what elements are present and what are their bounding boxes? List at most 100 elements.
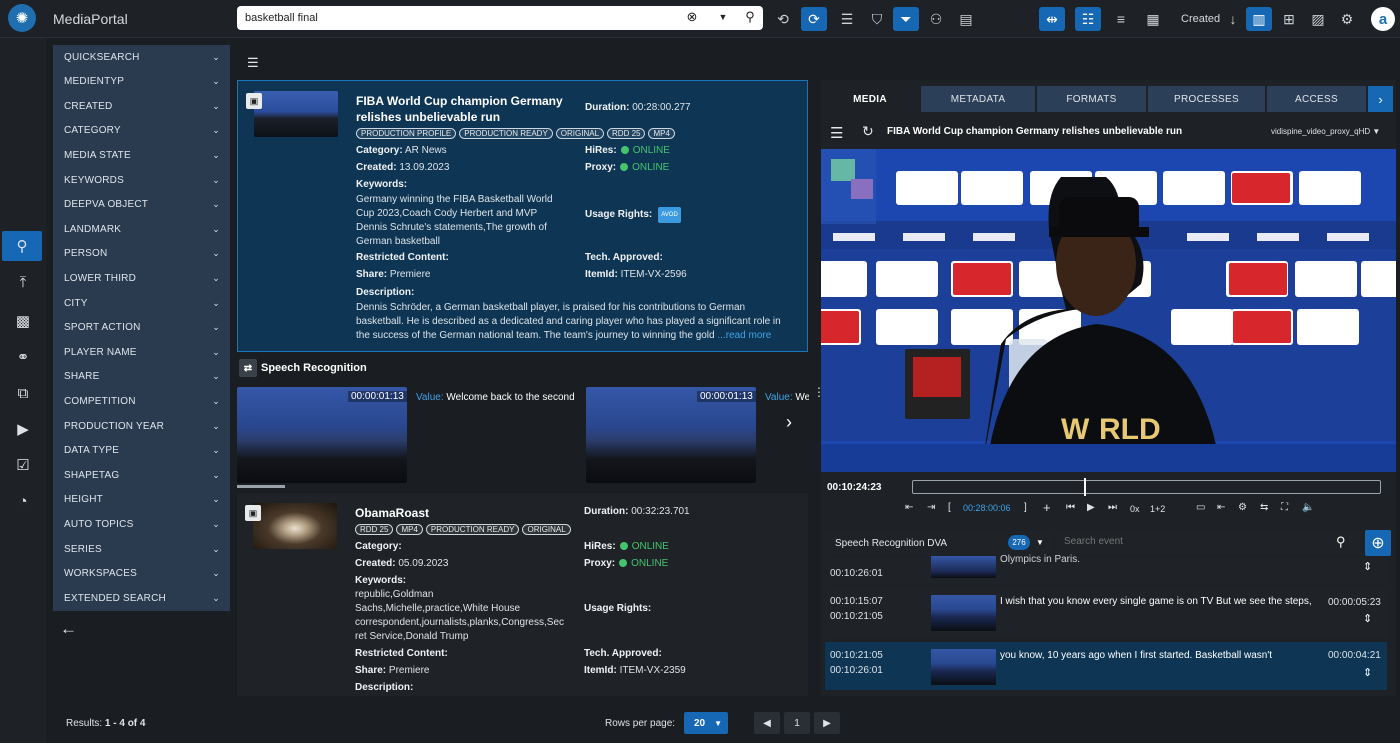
filter-data-type[interactable]: DATA TYPE ⌄ <box>53 439 230 463</box>
reorder-icon[interactable]: ⇕ <box>1363 612 1372 625</box>
avatar[interactable]: a <box>1371 7 1395 31</box>
result-thumbnail[interactable] <box>253 503 337 549</box>
search-list-icon[interactable]: ☰ <box>834 7 860 31</box>
speech-next-icon[interactable]: › <box>786 412 792 433</box>
filter-share[interactable]: SHARE ⌄ <box>53 365 230 389</box>
split-view-button[interactable]: ⇹ <box>1039 7 1065 31</box>
tab-metadata[interactable]: METADATA <box>921 86 1035 112</box>
timeline-scrubber[interactable] <box>912 480 1381 494</box>
filter-workspaces[interactable]: WORKSPACES ⌄ <box>53 562 230 586</box>
user-search-icon[interactable]: ⚇ <box>923 7 949 31</box>
clear-search-icon[interactable]: ⊗ <box>683 9 701 25</box>
play-icon[interactable]: ▶ <box>1087 502 1095 513</box>
filter-competition[interactable]: COMPETITION ⌄ <box>53 389 230 413</box>
next-page-button[interactable]: ▶ <box>814 712 840 734</box>
filter-created[interactable]: CREATED ⌄ <box>53 94 230 118</box>
add-event-button[interactable]: ⊕ <box>1365 530 1391 556</box>
sync-icon[interactable]: ⟲ <box>770 7 796 31</box>
event-row-selected[interactable]: 00:10:21:05 00:10:26:01 you know, 10 yea… <box>825 642 1387 690</box>
refresh-button[interactable]: ⟳ <box>801 7 827 31</box>
search-icon[interactable]: ⚲ <box>1336 534 1346 550</box>
filter-series[interactable]: SERIES ⌄ <box>53 537 230 561</box>
speech-scrollbar[interactable] <box>237 485 285 488</box>
filter-production-year[interactable]: PRODUCTION YEAR ⌄ <box>53 414 230 438</box>
next-frame-icon[interactable]: ⏭ <box>1108 502 1117 513</box>
filter-city[interactable]: CITY ⌄ <box>53 291 230 315</box>
tab-formats[interactable]: FORMATS <box>1037 86 1146 112</box>
image-folder-icon[interactable]: ▨ <box>1305 7 1331 31</box>
settings-icon[interactable]: ⚙ <box>1238 502 1247 513</box>
upload-icon[interactable]: ⤒ <box>0 267 46 297</box>
settings-icon[interactable]: ⚙ <box>1334 7 1360 31</box>
list-view-icon[interactable]: ≡ <box>1108 7 1134 31</box>
skip-back-icon[interactable]: ⇤ <box>1217 502 1225 513</box>
volume-icon[interactable]: 🔈 <box>1302 502 1314 513</box>
reorder-icon[interactable]: ⇕ <box>1363 560 1372 573</box>
search-icon[interactable]: ⚲ <box>741 9 759 25</box>
result-card[interactable]: ▣ FIBA World Cup champion Germany relish… <box>237 80 808 352</box>
filter-extended-search[interactable]: EXTENDED SEARCH ⌄ <box>53 586 230 610</box>
step-back-icon[interactable]: ⇤ <box>905 502 913 513</box>
video-player[interactable]: W RLD <box>811 149 1400 472</box>
previous-frame-icon[interactable]: ⏮ <box>1066 502 1075 513</box>
share-icon[interactable]: ⚭ <box>0 342 46 372</box>
filter-player-name[interactable]: PLAYER NAME ⌄ <box>53 340 230 364</box>
filter-keywords[interactable]: KEYWORDS ⌄ <box>53 168 230 192</box>
loop-icon[interactable]: ⇆ <box>1260 502 1268 513</box>
audio-channels[interactable]: 1+2 <box>1150 504 1165 514</box>
chevron-down-icon[interactable]: ▼ <box>1036 538 1044 547</box>
filter-media-state[interactable]: MEDIA STATE ⌄ <box>53 143 230 167</box>
menu-icon[interactable]: ☰ <box>830 124 843 142</box>
rows-per-page-select[interactable]: 20 ▼ <box>684 712 728 734</box>
sort-direction-icon[interactable]: ↓ <box>1220 7 1246 31</box>
filter-button[interactable]: ⏷ <box>893 7 919 31</box>
sort-label[interactable]: Created <box>1181 13 1220 25</box>
refresh-icon[interactable]: ↻ <box>862 123 874 140</box>
dial-icon[interactable]: ◔ <box>0 486 46 516</box>
collapse-arrow-icon[interactable]: ← <box>60 619 77 639</box>
playhead[interactable] <box>1084 478 1086 496</box>
subtitles-icon[interactable]: ▭ <box>1196 502 1205 513</box>
tab-media[interactable]: MEDIA <box>821 86 919 112</box>
filter-landmark[interactable]: LANDMARK ⌄ <box>53 217 230 241</box>
search-options-chevron-icon[interactable]: ▼ <box>714 12 732 22</box>
event-row[interactable]: 00:10:15:07 00:10:21:05 I wish that you … <box>825 590 1387 638</box>
read-more-link[interactable]: ...read more <box>717 330 771 341</box>
panel-view-button[interactable]: ▥ <box>1246 7 1272 31</box>
grid-view-icon[interactable]: ▦ <box>1140 7 1166 31</box>
mark-in-bracket-icon[interactable]: [ <box>948 502 951 513</box>
prev-page-button[interactable]: ◀ <box>754 712 780 734</box>
filter-deepva-object[interactable]: DEEPVA OBJECT ⌄ <box>53 193 230 217</box>
result-thumbnail[interactable] <box>254 91 338 137</box>
result-title[interactable]: ObamaRoast <box>355 505 429 521</box>
filter-medientyp[interactable]: MEDIENTYP ⌄ <box>53 70 230 94</box>
playback-speed[interactable]: 0x <box>1130 504 1140 514</box>
fullscreen-icon[interactable]: ⛶ <box>1281 502 1288 513</box>
document-icon[interactable]: ▤ <box>953 7 979 31</box>
add-folder-icon[interactable]: ⊞ <box>1276 7 1302 31</box>
bookmark-icon[interactable]: ⛉ <box>864 7 890 31</box>
reorder-icon[interactable]: ⇕ <box>1363 666 1372 679</box>
event-search-input[interactable] <box>1064 536 1314 547</box>
mark-out-bracket-icon[interactable]: ] <box>1024 502 1027 513</box>
event-row[interactable]: 00:10:26:01 Olympics in Paris. ⇕ <box>825 554 1387 584</box>
page-number[interactable]: 1 <box>784 712 810 734</box>
search-input[interactable] <box>245 9 665 27</box>
filter-sport-action[interactable]: SPORT ACTION ⌄ <box>53 316 230 340</box>
result-card[interactable]: ▣ ObamaRoast RDD 25 MP4 PRODUCTION READY… <box>237 493 808 696</box>
checklist-icon[interactable]: ☑ <box>0 450 46 480</box>
detail-list-button[interactable]: ☷ <box>1075 7 1101 31</box>
result-title[interactable]: FIBA World Cup champion Germany relishes… <box>356 93 563 125</box>
search-nav-icon[interactable]: ⚲ <box>2 231 42 261</box>
filter-quicksearch[interactable]: QUICKSEARCH ⌄ <box>53 45 230 69</box>
app-logo-icon[interactable]: ✺ <box>8 4 36 32</box>
filter-category[interactable]: CATEGORY ⌄ <box>53 119 230 143</box>
filter-person[interactable]: PERSON ⌄ <box>53 242 230 266</box>
tab-processes[interactable]: PROCESSES <box>1148 86 1265 112</box>
tabs-next-icon[interactable]: › <box>1368 86 1393 112</box>
tab-access[interactable]: ACCESS <box>1267 86 1366 112</box>
add-marker-icon[interactable]: + <box>1043 500 1051 515</box>
filter-auto-topics[interactable]: AUTO TOPICS ⌄ <box>53 512 230 536</box>
proxy-select[interactable]: vidispine_video_proxy_qHD ▼ <box>1271 127 1380 136</box>
youtube-icon[interactable]: ▶ <box>0 414 46 444</box>
